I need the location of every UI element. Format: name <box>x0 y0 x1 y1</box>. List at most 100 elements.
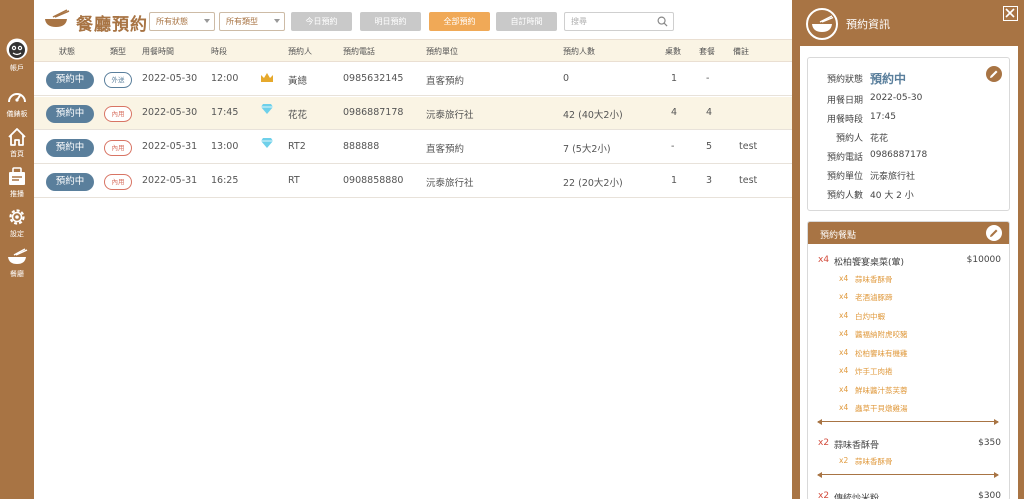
unit-cell: 直客預約 <box>426 76 465 87</box>
table-row[interactable]: 預約中 外送 2022-05-30 12:00 黃總 0985632145 直客預約 0 1 - <box>34 63 792 96</box>
close-button[interactable] <box>1003 6 1018 21</box>
chevron-down-icon <box>204 19 210 23</box>
phone-cell: 888888 <box>343 141 380 152</box>
type-badge: 外送 <box>104 72 132 88</box>
type-badge: 內用 <box>104 174 132 190</box>
main-area: 餐廳預約 所有狀態 所有類型 今日預約 明日預約 全部預約 自訂時間 狀態 類型… <box>34 0 792 499</box>
custom-time-button[interactable]: 自訂時間 <box>496 12 557 31</box>
time-slot-cell: 17:45 <box>211 107 239 118</box>
gear-icon <box>9 209 25 225</box>
edit-info-button[interactable] <box>986 66 1002 82</box>
sidebar-item-label: 推播 <box>10 190 24 198</box>
phone-cell: 0908858880 <box>343 175 404 186</box>
column-header-status[interactable]: 狀態 <box>59 46 75 57</box>
menu-item-qty: x2 <box>818 437 830 448</box>
crown-icon <box>260 72 274 84</box>
menu-item-qty: x4 <box>818 255 830 265</box>
sidebar-item-label: 餐廳 <box>10 270 24 278</box>
status-filter-select[interactable]: 所有狀態 <box>149 12 215 31</box>
menu-sub-item-qty: x4 <box>839 384 849 394</box>
menu-sub-item-name: 蟲草干貝燉雞湯 <box>855 404 908 413</box>
column-header-phone[interactable]: 預約電話 <box>343 46 375 57</box>
unit-cell: 直客預約 <box>426 144 465 155</box>
toolbar: 餐廳預約 所有狀態 所有類型 今日預約 明日預約 全部預約 自訂時間 <box>34 0 792 40</box>
user-avatar-icon <box>6 38 28 60</box>
table-row[interactable]: 預約中 內用 2022-05-31 13:00 RT2 888888 直客預約 7 (5大2小… <box>34 131 792 164</box>
search-input[interactable] <box>565 13 653 30</box>
menu-item-qty: x2 <box>818 490 830 499</box>
menu-sub-item-name: 鮮味醬汁蒸芙蓉 <box>855 385 908 395</box>
all-reservations-button[interactable]: 全部預約 <box>429 12 490 31</box>
guests-cell: 22 (20大2小) <box>563 178 623 189</box>
column-header-tables[interactable]: 桌數 <box>665 46 681 57</box>
reservation-info-card: 預約狀態 預約中 用餐日期 2022-05-30 用餐時段 17:45 預約人 … <box>807 57 1010 211</box>
sidebar-item-label: 設定 <box>10 230 24 238</box>
edit-meals-button[interactable] <box>986 225 1002 241</box>
guests-cell: 7 (5大2小) <box>563 144 611 155</box>
guests-cell: 0 <box>563 73 570 84</box>
sidebar-item-settings[interactable]: 設定 <box>0 206 34 239</box>
column-header-note[interactable]: 備註 <box>733 46 749 57</box>
table-row[interactable]: 預約中 內用 2022-05-31 16:25 RT 0908858880 沅泰旅行社 22 … <box>34 165 792 198</box>
menu-sub-item-qty: x4 <box>839 329 849 338</box>
menu-sub-item-name: 蒜味香酥骨 <box>855 274 893 284</box>
info-label: 預約人數 <box>826 191 863 201</box>
type-badge: 內用 <box>104 140 132 156</box>
chevron-down-icon <box>274 19 280 23</box>
sidebar-item-dashboard[interactable]: 儀錶板 <box>0 86 34 119</box>
column-header-type[interactable]: 類型 <box>110 46 126 57</box>
phone-cell: 0986887178 <box>343 107 404 118</box>
reservation-detail-panel: 預約資訊 預約狀態 預約中 用餐日期 2022-05-30 用餐時段 17:45 <box>792 0 1024 499</box>
dining-bowl-icon <box>806 8 838 40</box>
status-pill[interactable]: 預約中 <box>46 173 94 191</box>
info-label: 用餐日期 <box>826 96 863 106</box>
tables-cell: 4 <box>671 107 678 118</box>
menu-sub-item-name: 醬福納附虎咬豬 <box>855 330 908 339</box>
status-pill[interactable]: 預約中 <box>46 105 94 123</box>
sets-cell: 5 <box>706 141 713 152</box>
menu-sub-item-name: 蒜味香酥骨 <box>855 457 893 466</box>
close-icon <box>1005 8 1015 18</box>
tables-cell: 1 <box>671 175 678 186</box>
column-header-slot[interactable]: 時段 <box>211 46 227 57</box>
status-filter-value: 所有狀態 <box>156 17 188 26</box>
dining-date-cell: 2022-05-31 <box>142 141 198 152</box>
info-value: 花花 <box>870 134 889 144</box>
pencil-icon <box>990 229 998 237</box>
dashboard-gauge-icon <box>8 93 26 103</box>
sidebar-item-label: 儀錶板 <box>6 110 28 118</box>
panel-header: 預約資訊 <box>792 0 1024 46</box>
column-header-unit[interactable]: 預約單位 <box>426 46 458 57</box>
sidebar-item-dining[interactable]: 餐廳 <box>0 246 34 279</box>
today-button[interactable]: 今日預約 <box>291 12 352 31</box>
type-badge: 內用 <box>104 106 132 122</box>
sidebar-item-push[interactable]: 推播 <box>0 166 34 199</box>
sidebar-item-label: 帳戶 <box>10 64 24 72</box>
note-cell: test <box>739 141 758 152</box>
panel-body: 預約狀態 預約中 用餐日期 2022-05-30 用餐時段 17:45 預約人 … <box>800 46 1018 499</box>
menu-sub-item-name: 老酒滷豚蹄 <box>855 293 893 302</box>
status-pill[interactable]: 預約中 <box>46 71 94 89</box>
column-header-guests[interactable]: 預約人數 <box>563 46 595 57</box>
tomorrow-button[interactable]: 明日預約 <box>360 12 421 31</box>
reserved-meals-title: 預約餐點 <box>820 231 857 241</box>
sidebar-item-home[interactable]: 首頁 <box>0 126 34 159</box>
table-row[interactable]: 預約中 內用 2022-05-30 17:45 花花 0986887178 沅泰旅行社 42 … <box>34 97 792 130</box>
left-sidebar: 帳戶 儀錶板 首頁 推播 設定 餐廳 <box>0 0 34 499</box>
menu-item-name: 蒜味香酥骨 <box>834 440 880 451</box>
type-filter-value: 所有類型 <box>226 17 258 26</box>
type-filter-select[interactable]: 所有類型 <box>219 12 285 31</box>
booker-name-cell: 花花 <box>288 110 308 121</box>
sets-cell: - <box>706 73 710 84</box>
column-header-booker[interactable]: 預約人 <box>288 46 312 57</box>
column-header-sets[interactable]: 套餐 <box>699 46 715 57</box>
info-label: 預約狀態 <box>826 75 863 85</box>
column-header-dining-time[interactable]: 用餐時間 <box>142 46 174 57</box>
search-icon[interactable] <box>657 16 668 27</box>
phone-cell: 0985632145 <box>343 73 404 84</box>
status-pill[interactable]: 預約中 <box>46 139 94 157</box>
diamond-icon <box>260 103 274 115</box>
menu-item-price: $10000 <box>966 255 1001 265</box>
unit-cell: 沅泰旅行社 <box>426 178 474 189</box>
menu-sub-item-qty: x4 <box>839 292 849 301</box>
